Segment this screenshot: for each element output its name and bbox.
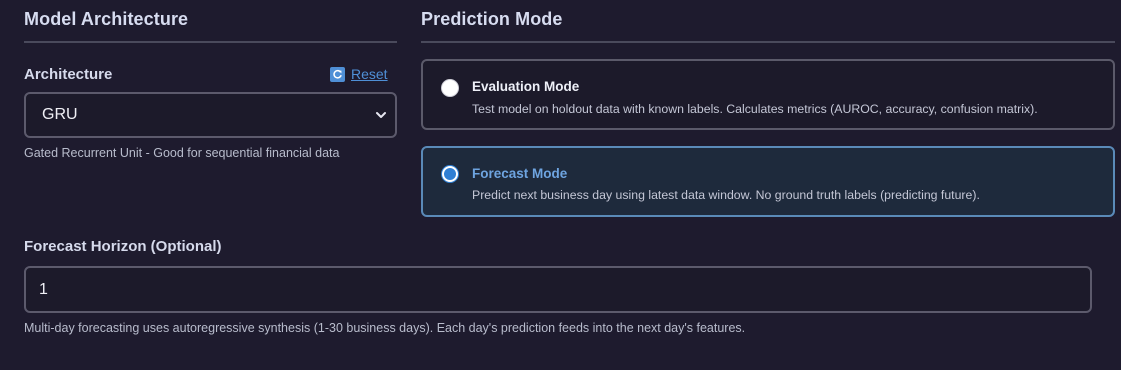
model-architecture-title: Model Architecture — [24, 9, 189, 29]
prediction-mode-title: Prediction Mode — [421, 9, 563, 29]
forecast-horizon-help-text: Multi-day forecasting uses autoregressiv… — [24, 321, 746, 335]
model-architecture-divider — [24, 41, 397, 43]
chevron-down-icon — [376, 112, 386, 118]
refresh-icon — [330, 66, 345, 82]
prediction-mode-divider — [421, 41, 1115, 43]
forecast-mode-label: Forecast Mode — [472, 166, 568, 181]
forecast-mode-radio[interactable] — [441, 165, 459, 183]
reset-label: Reset — [351, 66, 388, 82]
forecast-mode-description: Predict next business day using latest d… — [472, 188, 980, 202]
forecast-mode-option[interactable]: Forecast Mode Predict next business day … — [421, 146, 1115, 217]
evaluation-mode-radio[interactable] — [441, 79, 459, 97]
settings-panel: Model Architecture Architecture Reset GR… — [0, 0, 1121, 370]
evaluation-mode-label: Evaluation Mode — [472, 79, 580, 94]
forecast-horizon-value: 1 — [39, 280, 48, 298]
architecture-help-text: Gated Recurrent Unit - Good for sequenti… — [24, 146, 340, 160]
architecture-label: Architecture — [24, 66, 113, 83]
evaluation-mode-description: Test model on holdout data with known la… — [472, 102, 1038, 116]
architecture-select-value: GRU — [42, 106, 78, 123]
forecast-horizon-label: Forecast Horizon (Optional) — [24, 238, 222, 255]
reset-button[interactable]: Reset — [330, 66, 388, 82]
architecture-select[interactable]: GRU — [24, 92, 397, 138]
evaluation-mode-option[interactable]: Evaluation Mode Test model on holdout da… — [421, 59, 1115, 130]
forecast-horizon-input[interactable]: 1 — [24, 266, 1092, 313]
